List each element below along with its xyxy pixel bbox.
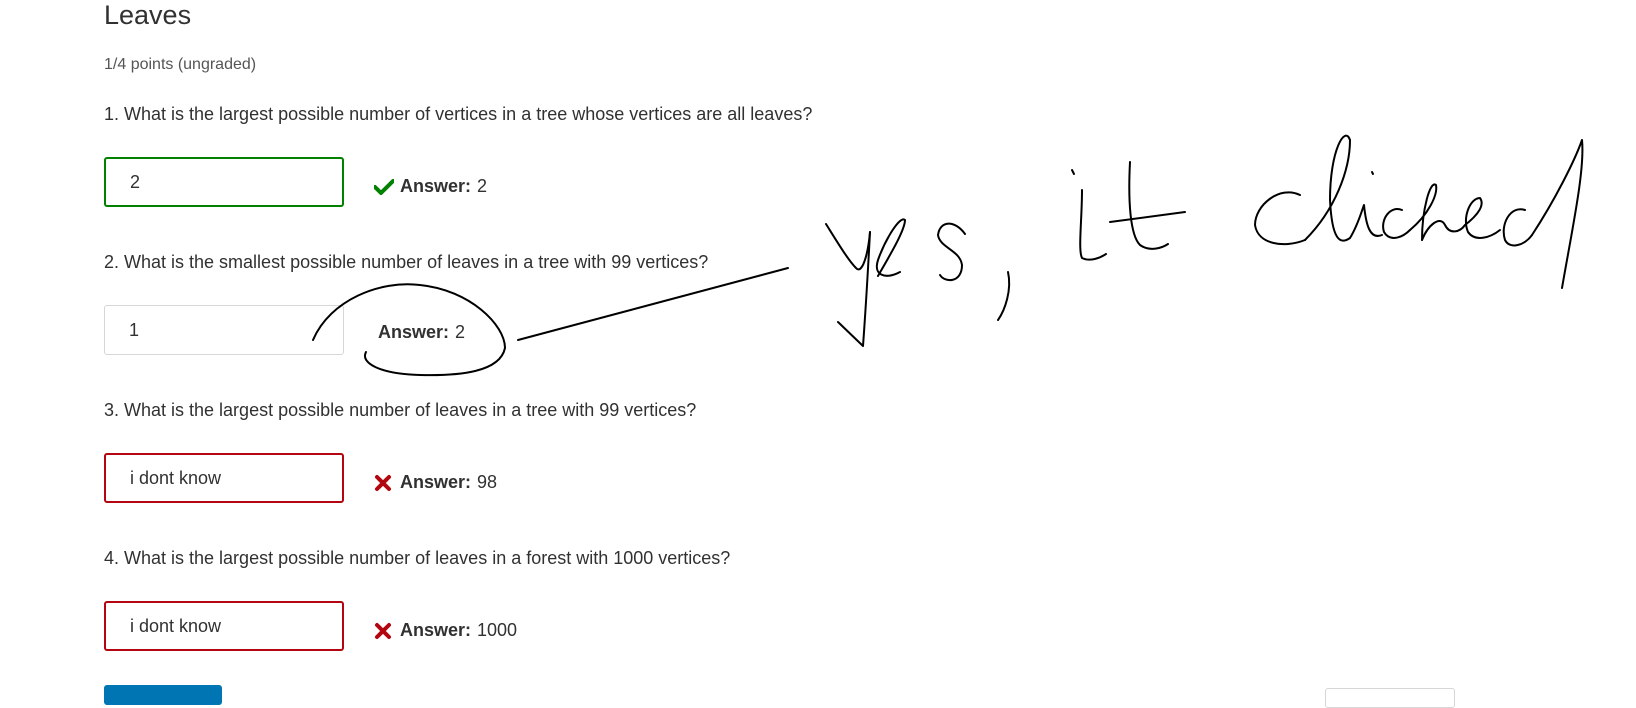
handwritten-annotation	[312, 134, 1584, 377]
